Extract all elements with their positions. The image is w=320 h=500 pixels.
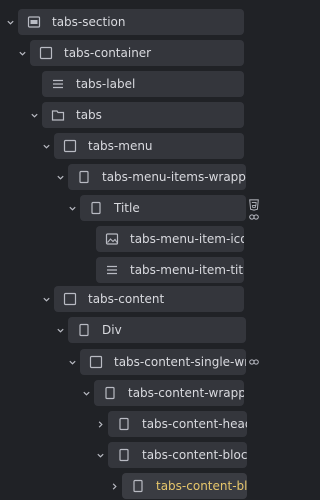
- tree-item-label: tabs-menu-item-icon: [130, 232, 244, 246]
- block-icon: [116, 416, 132, 432]
- chevron-down-icon[interactable]: [54, 164, 66, 190]
- container-icon: [62, 138, 78, 154]
- tree-row-tabs-content-block[interactable]: tabs-content-block: [108, 473, 247, 499]
- folder-icon: [50, 107, 66, 123]
- chevron-down-icon[interactable]: [28, 102, 40, 128]
- tree-item[interactable]: tabs-menu-item-title: [96, 257, 244, 283]
- chevron-down-icon[interactable]: [66, 349, 78, 375]
- chevron-down-icon[interactable]: [4, 9, 16, 35]
- tree-item[interactable]: tabs-menu-item-icon: [96, 226, 244, 252]
- tree-item-label: tabs-label: [76, 77, 136, 91]
- tree-item[interactable]: tabs-section: [18, 9, 244, 35]
- tree-row-title[interactable]: Title: [66, 195, 246, 221]
- tree-row-div[interactable]: Div: [54, 317, 246, 343]
- tree-item[interactable]: tabs-menu-items-wrapper: [68, 164, 246, 190]
- tree-item[interactable]: tabs-content-block: [122, 473, 247, 499]
- container-icon: [62, 291, 78, 307]
- tree-item-label: tabs-content: [88, 292, 165, 306]
- chevron-down-icon[interactable]: [94, 442, 106, 468]
- block-icon: [130, 478, 146, 494]
- block-icon: [76, 322, 92, 338]
- tree-row-tabs-menu-items-wrapper[interactable]: tabs-menu-items-wrapper: [54, 164, 246, 190]
- section-icon: [26, 14, 42, 30]
- tree-item[interactable]: tabs-content-blocks-wrapper: [108, 442, 247, 468]
- tree-item-label: tabs-content-blocks-wrapper: [142, 448, 247, 462]
- chevron-down-icon[interactable]: [80, 380, 92, 406]
- container-icon: [88, 354, 104, 370]
- tree-row-tabs[interactable]: tabs: [28, 102, 244, 128]
- tree-row-tabs-content-single-wrapper[interactable]: tabs-content-single-wrapper: [66, 349, 246, 375]
- tree-row-tabs-content-heading[interactable]: tabs-content-heading: [94, 411, 247, 437]
- tree-item-label: tabs-section: [52, 15, 126, 29]
- container-icon: [38, 45, 54, 61]
- chevron-down-icon[interactable]: [66, 195, 78, 221]
- chevron-down-icon[interactable]: [40, 286, 52, 312]
- tree-row-tabs-label[interactable]: tabs-label: [42, 71, 244, 97]
- chevron-down-icon[interactable]: [54, 317, 66, 343]
- tree-item[interactable]: tabs-content-heading: [108, 411, 247, 437]
- tree-item[interactable]: tabs-menu: [54, 133, 244, 159]
- tree-item-label: tabs: [76, 108, 102, 122]
- tree-item-label: tabs-menu-items-wrapper: [102, 170, 246, 184]
- tree-item[interactable]: tabs-content: [54, 286, 244, 312]
- tree-item[interactable]: Div: [68, 317, 246, 343]
- tree-item-label: tabs-menu: [88, 139, 153, 153]
- block-icon: [76, 169, 92, 185]
- tree-item[interactable]: tabs-content-wrapper: [94, 380, 244, 406]
- tree-item-label: tabs-content-block: [156, 479, 247, 493]
- tree-row-tabs-container[interactable]: tabs-container: [16, 40, 244, 66]
- tree-row-tabs-content-blocks-wrapper[interactable]: tabs-content-blocks-wrapper: [94, 442, 247, 468]
- tree-row-tabs-content[interactable]: tabs-content: [40, 286, 244, 312]
- tree-row-tabs-menu[interactable]: tabs-menu: [40, 133, 244, 159]
- tree-item-label: tabs-content-single-wrapper: [114, 355, 246, 369]
- tree-row-tabs-section[interactable]: tabs-section: [4, 9, 244, 35]
- image-icon: [104, 231, 120, 247]
- block-icon: [116, 447, 132, 463]
- symbol-link-icon[interactable]: [247, 355, 261, 369]
- text-icon: [104, 262, 120, 278]
- chevron-right-icon[interactable]: [108, 473, 120, 499]
- block-icon: [102, 385, 118, 401]
- tree-row-tabs-content-wrapper[interactable]: tabs-content-wrapper: [80, 380, 244, 406]
- tree-item[interactable]: tabs-container: [30, 40, 244, 66]
- chevron-right-icon[interactable]: [94, 411, 106, 437]
- symbol-link-icon[interactable]: [247, 210, 261, 224]
- tree-item-label: tabs-content-wrapper: [128, 386, 244, 400]
- tree-item-label: Div: [102, 323, 122, 337]
- chevron-down-icon[interactable]: [40, 133, 52, 159]
- tree-item[interactable]: tabs-label: [42, 71, 244, 97]
- tree-item[interactable]: Title: [80, 195, 246, 221]
- tree-item[interactable]: tabs: [42, 102, 244, 128]
- text-icon: [50, 76, 66, 92]
- tree-item-label: tabs-menu-item-title: [130, 263, 244, 277]
- tree-row-tabs-menu-item-title[interactable]: tabs-menu-item-title: [96, 257, 244, 283]
- block-icon: [88, 200, 104, 216]
- tree-item-label: Title: [114, 201, 140, 215]
- tree-item-label: tabs-content-heading: [142, 417, 247, 431]
- tree-item-label: tabs-container: [64, 46, 152, 60]
- tree-item[interactable]: tabs-content-single-wrapper: [80, 349, 246, 375]
- chevron-down-icon[interactable]: [16, 40, 28, 66]
- tree-row-tabs-menu-item-icon[interactable]: tabs-menu-item-icon: [96, 226, 244, 252]
